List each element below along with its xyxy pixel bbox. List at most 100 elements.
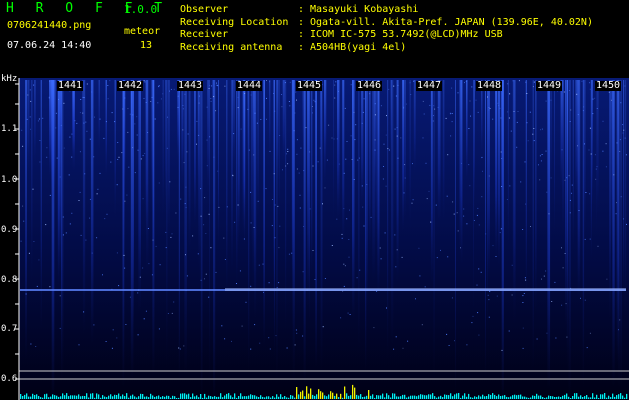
- noise-speck: [412, 163, 413, 165]
- signal-level-bar: [48, 397, 50, 399]
- info-row-receiver: Receiver : ICOM IC-575 53.7492(@LCD)MHz …: [180, 29, 625, 42]
- noise-speck: [296, 153, 298, 155]
- noise-speck: [446, 195, 448, 197]
- noise-speck: [437, 106, 439, 108]
- signal-level-bar: [590, 397, 592, 399]
- noise-column: [368, 80, 371, 253]
- noise-speck: [118, 285, 120, 287]
- noise-column: [197, 80, 199, 196]
- noise-column: [243, 80, 245, 247]
- frequency-unit-label: kHz: [1, 74, 18, 84]
- noise-speck: [259, 342, 261, 344]
- noise-speck: [39, 161, 41, 163]
- signal-level-bar: [502, 395, 504, 399]
- noise-column: [409, 80, 411, 231]
- signal-level-bar: [558, 396, 560, 399]
- noise-speck: [349, 209, 350, 211]
- signal-level-bar: [550, 396, 552, 399]
- signal-level-bar: [392, 393, 394, 399]
- noise-speck: [158, 182, 160, 184]
- noise-speck: [158, 328, 160, 330]
- noise-speck: [265, 188, 267, 190]
- signal-level-bar: [196, 395, 198, 399]
- noise-speck: [86, 83, 88, 85]
- noise-speck: [231, 340, 232, 342]
- noise-speck: [139, 276, 141, 278]
- noise-speck: [158, 86, 160, 88]
- signal-level-bar: [576, 393, 578, 399]
- noise-column: [337, 80, 340, 218]
- signal-level-bar: [382, 393, 384, 399]
- noise-speck: [466, 223, 468, 225]
- noise-speck: [46, 156, 48, 158]
- info-colon: :: [298, 29, 305, 40]
- frequency-tick-0-6: 0.6: [1, 374, 18, 384]
- noise-speck: [516, 121, 518, 123]
- noise-speck: [71, 212, 73, 214]
- noise-speck: [114, 121, 116, 123]
- signal-level-bar: [506, 396, 508, 399]
- noise-column: [616, 80, 619, 363]
- frequency-tick-0-7: 0.7: [1, 324, 18, 334]
- station-info: Observer : Masayuki Kobayashi Receiving …: [180, 4, 625, 54]
- noise-speck: [526, 93, 528, 94]
- noise-speck: [471, 322, 473, 324]
- noise-column: [123, 80, 126, 191]
- noise-speck: [124, 267, 126, 269]
- signal-level-bar: [314, 395, 316, 399]
- noise-speck: [128, 166, 130, 168]
- noise-speck: [204, 278, 205, 280]
- noise-speck: [400, 137, 402, 139]
- noise-speck: [476, 284, 478, 286]
- noise-speck: [209, 136, 211, 138]
- noise-speck: [197, 253, 199, 255]
- noise-speck: [447, 154, 449, 156]
- noise-speck: [99, 118, 101, 120]
- noise-speck: [471, 86, 473, 88]
- noise-speck: [436, 257, 438, 259]
- signal-level-bar: [292, 395, 294, 399]
- noise-speck: [509, 185, 511, 187]
- signal-level-bar: [504, 395, 506, 399]
- noise-speck: [545, 100, 547, 102]
- noise-column: [358, 80, 360, 355]
- noise-column: [226, 80, 228, 298]
- info-colon: :: [298, 41, 305, 53]
- noise-speck: [350, 135, 352, 137]
- signal-level-bar: [72, 395, 74, 399]
- noise-speck: [363, 225, 365, 227]
- noise-speck: [177, 95, 179, 97]
- noise-speck: [508, 117, 510, 119]
- signal-level-bar: [190, 397, 192, 399]
- signal-level-bar: [178, 397, 180, 399]
- noise-speck: [69, 136, 71, 138]
- noise-speck: [279, 225, 281, 227]
- noise-speck: [403, 107, 404, 109]
- noise-speck: [142, 155, 144, 157]
- noise-speck: [429, 104, 431, 106]
- noise-column: [200, 80, 203, 400]
- noise-speck: [623, 218, 624, 220]
- signal-level-bar: [608, 395, 610, 399]
- signal-level-bar: [332, 392, 334, 399]
- noise-column: [263, 80, 265, 346]
- signal-level-bar: [126, 393, 128, 399]
- noise-speck: [254, 112, 256, 114]
- noise-speck: [481, 196, 483, 198]
- noise-speck: [184, 93, 186, 95]
- noise-column: [597, 80, 599, 214]
- noise-speck: [616, 202, 617, 204]
- signal-level-bar: [378, 395, 380, 399]
- noise-speck: [204, 197, 206, 199]
- noise-speck: [576, 93, 578, 95]
- noise-speck: [524, 277, 526, 279]
- noise-speck: [516, 146, 518, 148]
- noise-speck: [25, 293, 27, 295]
- noise-speck: [239, 270, 241, 272]
- signal-level-bar: [170, 397, 172, 399]
- signal-level-bar: [216, 396, 218, 399]
- spectrogram-canvas: [15, 78, 629, 400]
- noise-speck: [541, 278, 542, 280]
- noise-speck: [402, 347, 404, 349]
- noise-speck: [449, 112, 451, 114]
